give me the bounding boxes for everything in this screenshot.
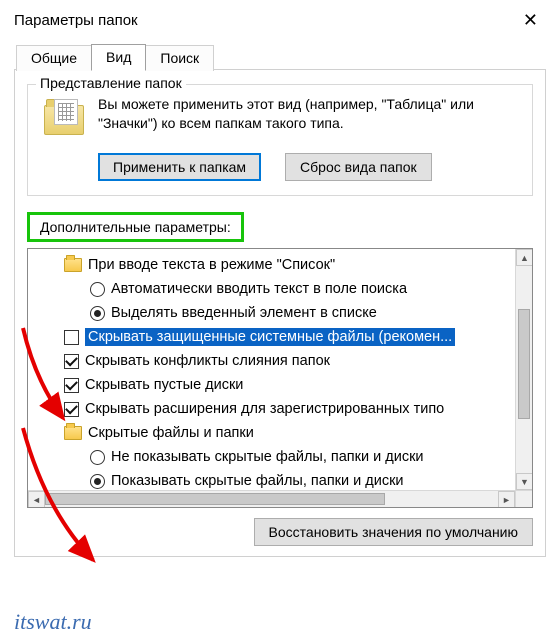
scroll-right-icon[interactable]: ► [498,491,515,508]
scroll-thumb-v[interactable] [518,309,530,419]
watermark-text: itswat.ru [14,609,92,635]
tree-item[interactable]: Автоматически вводить текст в поле поиск… [34,277,533,301]
tree-item-label: Выделять введенный элемент в списке [111,305,377,321]
radio-icon[interactable] [90,474,105,489]
tree-item-label: Скрывать конфликты слияния папок [85,353,330,369]
window-title: Параметры папок [14,12,138,29]
folder-icon [64,258,82,272]
tree-item[interactable]: Скрывать защищенные системные файлы (рек… [34,325,533,349]
scrollbar-horizontal[interactable]: ◄ ► [28,490,515,507]
checkbox-icon[interactable] [64,378,79,393]
tree-item-label: Скрывать расширения для зарегистрированн… [85,401,444,417]
checkbox-icon[interactable] [64,354,79,369]
tree-item-label: Скрытые файлы и папки [88,425,254,441]
scroll-down-icon[interactable]: ▼ [516,473,533,490]
tree-item-label: Скрывать пустые диски [85,377,243,393]
tab-general[interactable]: Общие [16,45,92,71]
advanced-settings-tree[interactable]: При вводе текста в режиме "Список" Автома… [27,248,533,508]
folder-view-desc: Вы можете применить этот вид (например, … [98,95,520,143]
tree-item[interactable]: Скрывать конфликты слияния папок [34,349,533,373]
tree-item-label: При вводе текста в режиме "Список" [88,257,335,273]
checkbox-icon[interactable] [64,330,79,345]
scroll-up-icon[interactable]: ▲ [516,249,533,266]
advanced-settings-label: Дополнительные параметры: [27,212,244,242]
tree-item[interactable]: Выделять введенный элемент в списке [34,301,533,325]
tree-item[interactable]: Скрытые файлы и папки [34,421,533,445]
scroll-thumb-h[interactable] [45,493,385,505]
tree-item[interactable]: Не показывать скрытые файлы, папки и дис… [34,445,533,469]
tree-item[interactable]: Скрывать пустые диски [34,373,533,397]
tab-panel-view: Представление папок Вы можете применить … [14,69,546,557]
folder-icon [40,95,88,143]
tree-item-label: Автоматически вводить текст в поле поиск… [111,281,407,297]
scroll-corner [515,490,532,507]
folder-view-legend: Представление папок [36,75,186,91]
radio-icon[interactable] [90,306,105,321]
folder-icon [64,426,82,440]
scroll-left-icon[interactable]: ◄ [28,491,45,508]
radio-icon[interactable] [90,282,105,297]
tree-item-label: Скрывать защищенные системные файлы (рек… [85,328,455,346]
close-icon[interactable]: ✕ [513,8,548,33]
tab-view[interactable]: Вид [91,44,146,70]
checkbox-icon[interactable] [64,402,79,417]
reset-folders-button[interactable]: Сброс вида папок [285,153,432,181]
tree-item[interactable]: При вводе текста в режиме "Список" [34,253,533,277]
restore-defaults-button[interactable]: Восстановить значения по умолчанию [254,518,533,546]
folder-view-group: Представление папок Вы можете применить … [27,84,533,196]
tree-item-label: Показывать скрытые файлы, папки и диски [111,473,404,489]
apply-to-folders-button[interactable]: Применить к папкам [98,153,261,181]
radio-icon[interactable] [90,450,105,465]
tree-item[interactable]: Скрывать расширения для зарегистрированн… [34,397,533,421]
tab-search[interactable]: Поиск [145,45,214,71]
scrollbar-vertical[interactable]: ▲ ▼ [515,249,532,490]
tab-bar: Общие Вид Поиск [16,43,560,69]
tree-item-label: Не показывать скрытые файлы, папки и дис… [111,449,424,465]
